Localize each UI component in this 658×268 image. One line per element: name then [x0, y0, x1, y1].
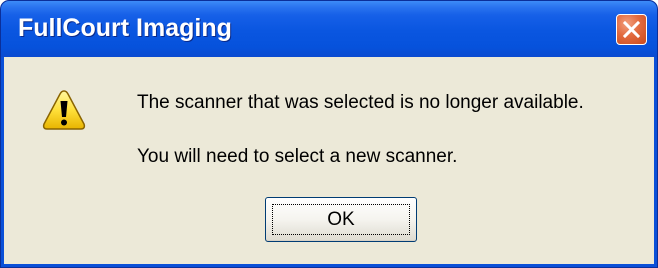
dialog-body: The scanner that was selected is no long…	[4, 57, 654, 264]
message-line-1: The scanner that was selected is no long…	[137, 92, 584, 113]
close-icon	[622, 20, 641, 39]
window-title: FullCourt Imaging	[18, 14, 232, 42]
title-bar[interactable]: FullCourt Imaging	[1, 1, 657, 57]
close-button[interactable]	[616, 14, 647, 45]
warning-icon	[42, 90, 86, 130]
ok-button-label: OK	[327, 208, 355, 230]
ok-button[interactable]: OK	[265, 197, 417, 242]
message-line-2: You will need to select a new scanner.	[137, 146, 458, 167]
dialog-window: FullCourt Imaging The scanner that was s…	[0, 0, 658, 268]
